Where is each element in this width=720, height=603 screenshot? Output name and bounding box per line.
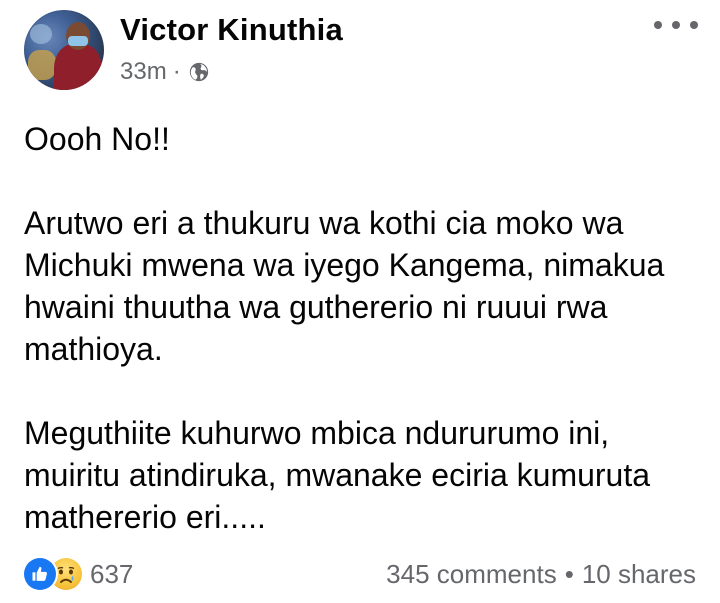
reactions-summary[interactable]: 637 — [24, 557, 133, 591]
reaction-count: 637 — [90, 558, 134, 589]
facebook-post: Victor Kinuthia 33m · Oooh No!! Arutwo e… — [0, 0, 720, 603]
post-paragraph: Meguthiite kuhurwo mbica ndururumo ini, … — [24, 415, 651, 535]
post-stats: 345 comments • 10 shares — [386, 559, 696, 590]
shares-link[interactable]: 10 shares — [582, 559, 696, 590]
post-footer: 637 345 comments • 10 shares — [24, 556, 696, 592]
avatar[interactable] — [24, 10, 104, 90]
post-paragraph: Arutwo eri a thukuru wa kothi cia moko w… — [24, 205, 665, 367]
author-name[interactable]: Victor Kinuthia — [120, 12, 343, 48]
avatar-face-mask — [68, 36, 88, 46]
more-options-button[interactable] — [654, 12, 698, 38]
post-time[interactable]: 33m — [120, 58, 167, 86]
post-paragraph: Oooh No!! — [24, 121, 170, 157]
globe-icon — [189, 62, 208, 82]
stats-separator: • — [564, 558, 574, 589]
comments-link[interactable]: 345 comments — [386, 559, 557, 590]
post-meta: 33m · — [120, 58, 210, 86]
like-icon — [24, 558, 56, 590]
more-dot-icon — [690, 21, 698, 29]
more-dot-icon — [654, 21, 662, 29]
more-dot-icon — [672, 21, 680, 29]
meta-separator: · — [172, 58, 181, 85]
avatar-person-body — [54, 44, 102, 90]
post-text: Oooh No!! Arutwo eri a thukuru wa kothi … — [24, 118, 704, 538]
avatar-background-detail — [28, 50, 56, 80]
reaction-icons — [24, 557, 94, 591]
avatar-background-detail — [30, 24, 52, 44]
